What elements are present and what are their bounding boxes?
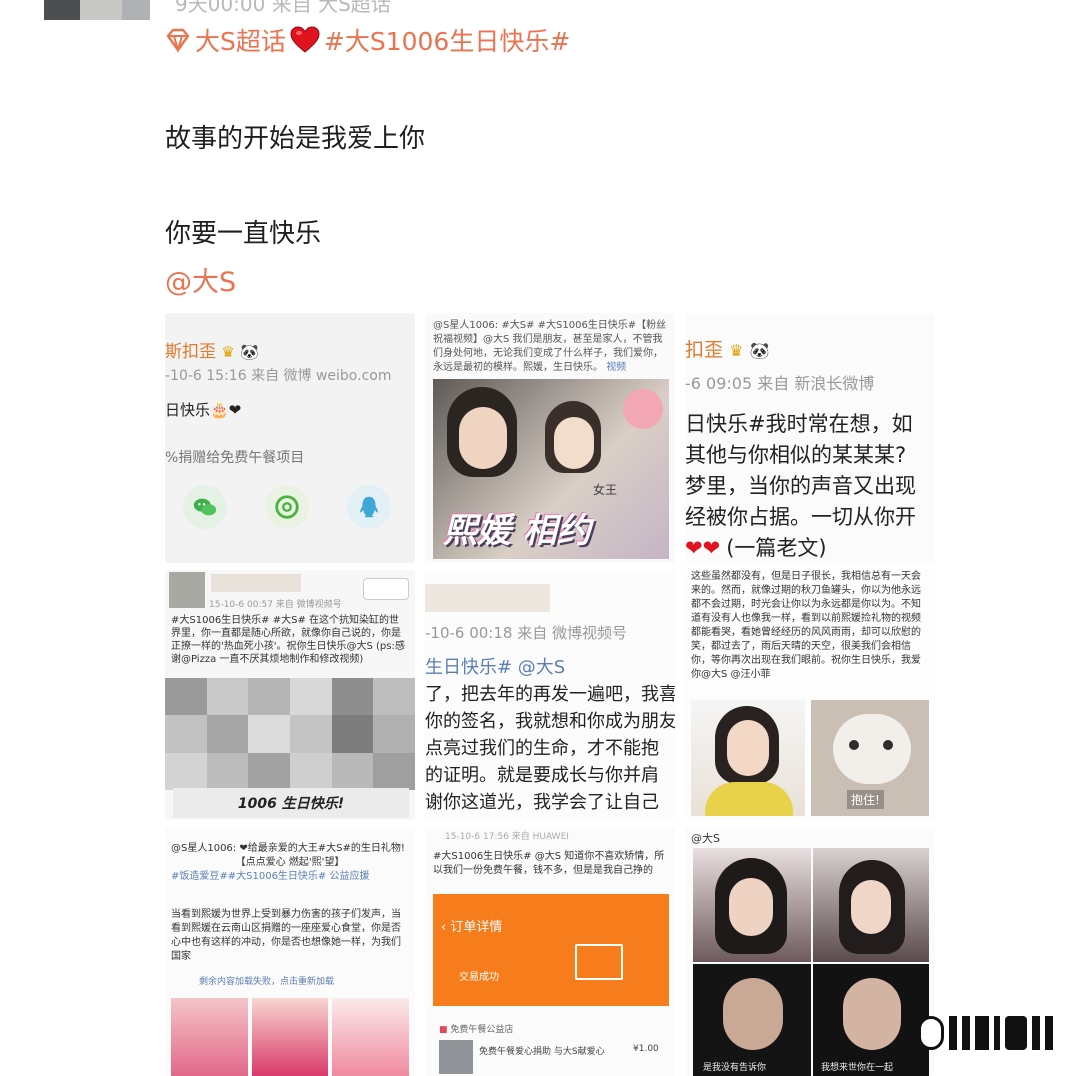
avatar[interactable] bbox=[44, 0, 150, 20]
item-price: ¥1.00 bbox=[633, 1044, 659, 1054]
hashtag-link[interactable]: #大S1006生日快乐# bbox=[324, 22, 570, 58]
post-text: 当看到熙媛为世界上受到暴力伤害的孩子们发声，当看到熙媛在云南山区捐赠的一座座爱心… bbox=[171, 909, 401, 962]
crown-icon: ♛ bbox=[729, 341, 744, 360]
post-text: 日快乐🎂❤ bbox=[165, 401, 242, 419]
topic-line: 大S超话 #大S1006生日快乐# bbox=[165, 22, 570, 58]
portrait-photo bbox=[691, 700, 805, 816]
poster-images bbox=[171, 998, 410, 1076]
follow-button[interactable] bbox=[363, 578, 409, 600]
image-3-long-post[interactable]: 扣歪 ♛ 🐼 -6 09:05 来自 新浪长微博 日快乐#我时常在想，如 其他与… bbox=[685, 313, 935, 563]
username: 扣歪 bbox=[685, 339, 724, 361]
post-text: 其他与你相似的某某某? bbox=[685, 443, 907, 467]
blurred-username bbox=[425, 584, 550, 612]
image-9-photo-grid[interactable]: @大S 是我没有告诉你 我想来世你在一起 bbox=[685, 828, 935, 1076]
wechat-icon bbox=[183, 485, 227, 529]
image-8-donation-screenshot[interactable]: 15-10-6 17:56 来自 HUAWEI #大S1006生日快乐# @大S… bbox=[425, 828, 675, 1076]
order-status: 交易成功 bbox=[459, 972, 499, 983]
post-text: %捐赠给免费午餐项目 bbox=[165, 450, 305, 466]
weibo-post: 9天00:00 来自 大S超话 大S超话 #大S1006生日快乐# 故事的开始是… bbox=[0, 0, 1080, 1076]
avatar-block bbox=[80, 0, 122, 20]
shop-name: 免费午餐公益店 bbox=[450, 1025, 514, 1035]
post-caption: @S星人1006: #大S# #大S1006生日快乐#【粉丝祝福视频】@大S 我… bbox=[433, 320, 667, 373]
image-1-weibo-screenshot[interactable]: 斯扣歪 ♛ 🐼 -10-6 15:16 来自 微博 weibo.com 日快乐🎂… bbox=[165, 313, 415, 563]
photo-cell bbox=[693, 848, 811, 962]
mention-link[interactable]: @大S bbox=[165, 260, 236, 299]
cat-photo: 抱住! bbox=[811, 700, 929, 816]
post-time: 15-10-6 00:57 来自 微博视频号 bbox=[209, 600, 342, 610]
cat-label: 抱住! bbox=[847, 790, 884, 809]
image-7-charity-post[interactable]: @S星人1006: ❤给最亲爱的大王#大S#的生日礼物! 【点点爱心 燃起'熙'… bbox=[165, 828, 415, 1076]
supertopic-diamond-icon bbox=[166, 28, 190, 53]
username: 斯扣歪 bbox=[165, 342, 216, 362]
post-time: -6 09:05 来自 新浪长微博 bbox=[685, 374, 875, 393]
post-text: 【点点爱心 燃起'熙'望】 bbox=[235, 857, 345, 868]
post-text: 这些虽然都没有，但是日子很长，我相信总有一天会来的。然而，就像过期的秋刀鱼罐头，… bbox=[691, 571, 921, 680]
order-title: 订单详情 bbox=[450, 920, 503, 935]
image-5-repost[interactable]: -10-6 00:18 来自 微博视频号 生日快乐# @大S 了，把去年的再发一… bbox=[425, 570, 675, 820]
video-caption: 1006 生日快乐! bbox=[237, 796, 345, 812]
reload-link[interactable]: 剩余内容加载失败，点击重新加载 bbox=[199, 974, 334, 987]
mention-text: @大S bbox=[691, 832, 720, 845]
post-text: 点亮过我们的生命，才不能抱 bbox=[425, 738, 659, 759]
qq-icon bbox=[347, 485, 391, 529]
post-text: 了，把去年的再发一遍吧，我喜 bbox=[425, 684, 675, 705]
avatar-block bbox=[122, 0, 150, 20]
back-arrow-icon[interactable]: ‹ bbox=[441, 920, 446, 935]
image-2-fan-video[interactable]: @S星人1006: #大S# #大S1006生日快乐#【粉丝祝福视频】@大S 我… bbox=[425, 313, 675, 563]
post-text: @S星人1006: ❤给最亲爱的大王#大S#的生日礼物! bbox=[171, 843, 405, 854]
post-text: 谢你这道光，我学会了让自己 bbox=[425, 792, 659, 813]
subtitle-text: 是我没有告诉你 bbox=[703, 1063, 767, 1073]
post-text: (一篇老文) bbox=[726, 536, 827, 560]
photo-cell bbox=[813, 848, 929, 962]
supertopic-link[interactable]: 大S超话 bbox=[195, 22, 286, 58]
photo-cell: 我想来世你在一起 bbox=[813, 964, 929, 1076]
blurred-username bbox=[211, 574, 301, 592]
side-label: 女王 bbox=[593, 483, 618, 497]
subtitle-text: 我想来世你在一起 bbox=[821, 1063, 894, 1073]
moments-icon bbox=[265, 485, 309, 529]
panda-icon: 🐼 bbox=[240, 343, 259, 361]
order-panel: ‹ 订单详情 交易成功 bbox=[433, 894, 669, 1006]
avatar bbox=[169, 572, 205, 608]
post-text: #大S1006生日快乐# @大S 知道你不喜欢矫情，所以我们一份免费午餐，钱不多… bbox=[433, 851, 665, 876]
photo-cell: 是我没有告诉你 bbox=[693, 964, 811, 1076]
avatar-block bbox=[44, 0, 80, 20]
post-meta: 9天00:00 来自 大S超话 bbox=[175, 0, 391, 16]
red-heart-icon bbox=[290, 26, 320, 53]
video-title: 熙媛 相约 bbox=[443, 511, 591, 551]
box-icon bbox=[575, 944, 623, 980]
post-text-line: 故事的开始是我爱上你 bbox=[165, 124, 426, 154]
post-text: 经被你占据。一切从你开 bbox=[685, 505, 916, 529]
item-title: 免费午餐爱心捐助 与大S献爱心 bbox=[479, 1047, 605, 1057]
image-4-video-post[interactable]: 15-10-6 00:57 来自 微博视频号 #大S1006生日快乐# #大S#… bbox=[165, 570, 415, 820]
item-thumbnail bbox=[439, 1040, 473, 1074]
heart-icon: ❤❤ bbox=[685, 536, 721, 560]
panda-icon: 🐼 bbox=[749, 341, 770, 360]
shop-icon: ■ bbox=[439, 1025, 448, 1035]
video-cover: 女王 熙媛 相约 bbox=[433, 379, 669, 559]
video-link[interactable]: 视频 bbox=[606, 362, 626, 373]
crown-icon: ♛ bbox=[221, 343, 235, 361]
post-text: #大S1006生日快乐# #大S# 在这个抗知染缸的世界里，你一直都是随心所欲，… bbox=[171, 615, 405, 665]
post-text: 生日快乐# @大S bbox=[425, 657, 566, 678]
blurred-video-frame bbox=[165, 678, 415, 790]
post-text: 梦里，当你的声音又出现 bbox=[685, 474, 916, 498]
flower-decoration bbox=[623, 389, 663, 429]
portrait-face bbox=[459, 407, 507, 469]
post-time: 15-10-6 17:56 来自 HUAWEI bbox=[445, 832, 569, 842]
post-time: -10-6 00:18 来自 微博视频号 bbox=[425, 624, 627, 642]
watermark bbox=[918, 1016, 1053, 1050]
post-text: 的证明。就是要成长与你并肩 bbox=[425, 765, 659, 786]
post-text: #饭造爱豆##大S1006生日快乐# 公益应援 bbox=[171, 871, 370, 882]
post-time: -10-6 15:16 来自 微博 weibo.com bbox=[165, 368, 392, 384]
post-text-line: 你要一直快乐 bbox=[165, 219, 322, 249]
post-text: 你的签名，我就想和你成为朋友 bbox=[425, 711, 675, 732]
post-text: 日快乐#我时常在想，如 bbox=[685, 412, 913, 436]
portrait-face bbox=[554, 417, 594, 469]
image-6-letter-post[interactable]: 这些虽然都没有，但是日子很长，我相信总有一天会来的。然而，就像过期的秋刀鱼罐头，… bbox=[685, 570, 935, 820]
